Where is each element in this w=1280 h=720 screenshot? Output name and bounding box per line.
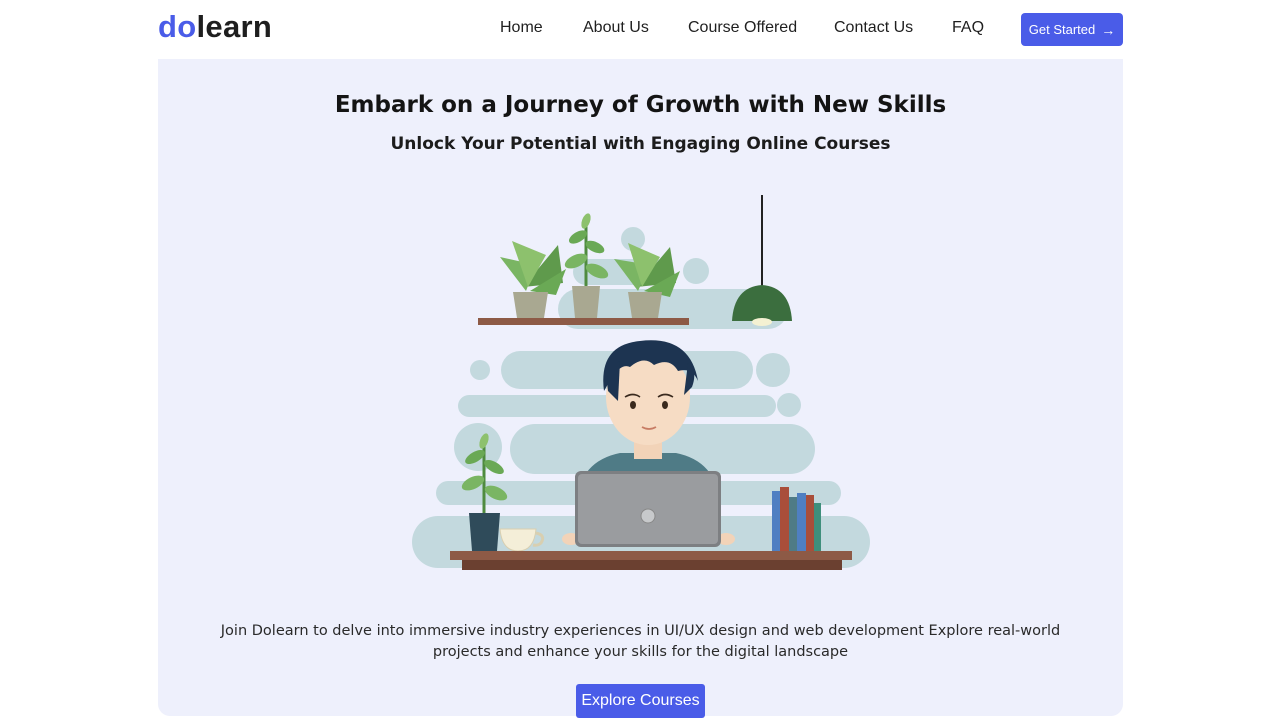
hero-subtitle: Unlock Your Potential with Engaging Onli… bbox=[390, 134, 891, 154]
logo-prefix: do bbox=[158, 9, 197, 44]
get-started-label: Get Started bbox=[1028, 22, 1096, 37]
brand-logo[interactable]: dolearn bbox=[158, 9, 272, 45]
nav-link-contact-us[interactable]: Contact Us bbox=[834, 19, 913, 37]
hero-description: Join Dolearn to delve into immersive ind… bbox=[220, 623, 1061, 660]
logo-suffix: learn bbox=[196, 9, 273, 44]
student-laptop-illustration bbox=[412, 195, 870, 570]
get-started-button[interactable]: Get Started → bbox=[1021, 13, 1123, 46]
top-navbar: dolearn Home About Us Course Offered Con… bbox=[0, 0, 1280, 58]
arrow-right-icon: → bbox=[1101, 21, 1116, 38]
hero-title: Embark on a Journey of Growth with New S… bbox=[334, 92, 947, 118]
nav-link-about-us[interactable]: About Us bbox=[583, 19, 649, 37]
hero-section: Embark on a Journey of Growth with New S… bbox=[158, 59, 1123, 718]
nav-link-faq[interactable]: FAQ bbox=[952, 19, 984, 37]
nav-link-home[interactable]: Home bbox=[500, 19, 543, 37]
nav-link-course-offered[interactable]: Course Offered bbox=[688, 19, 797, 37]
explore-courses-button[interactable]: Explore Courses bbox=[576, 684, 705, 718]
